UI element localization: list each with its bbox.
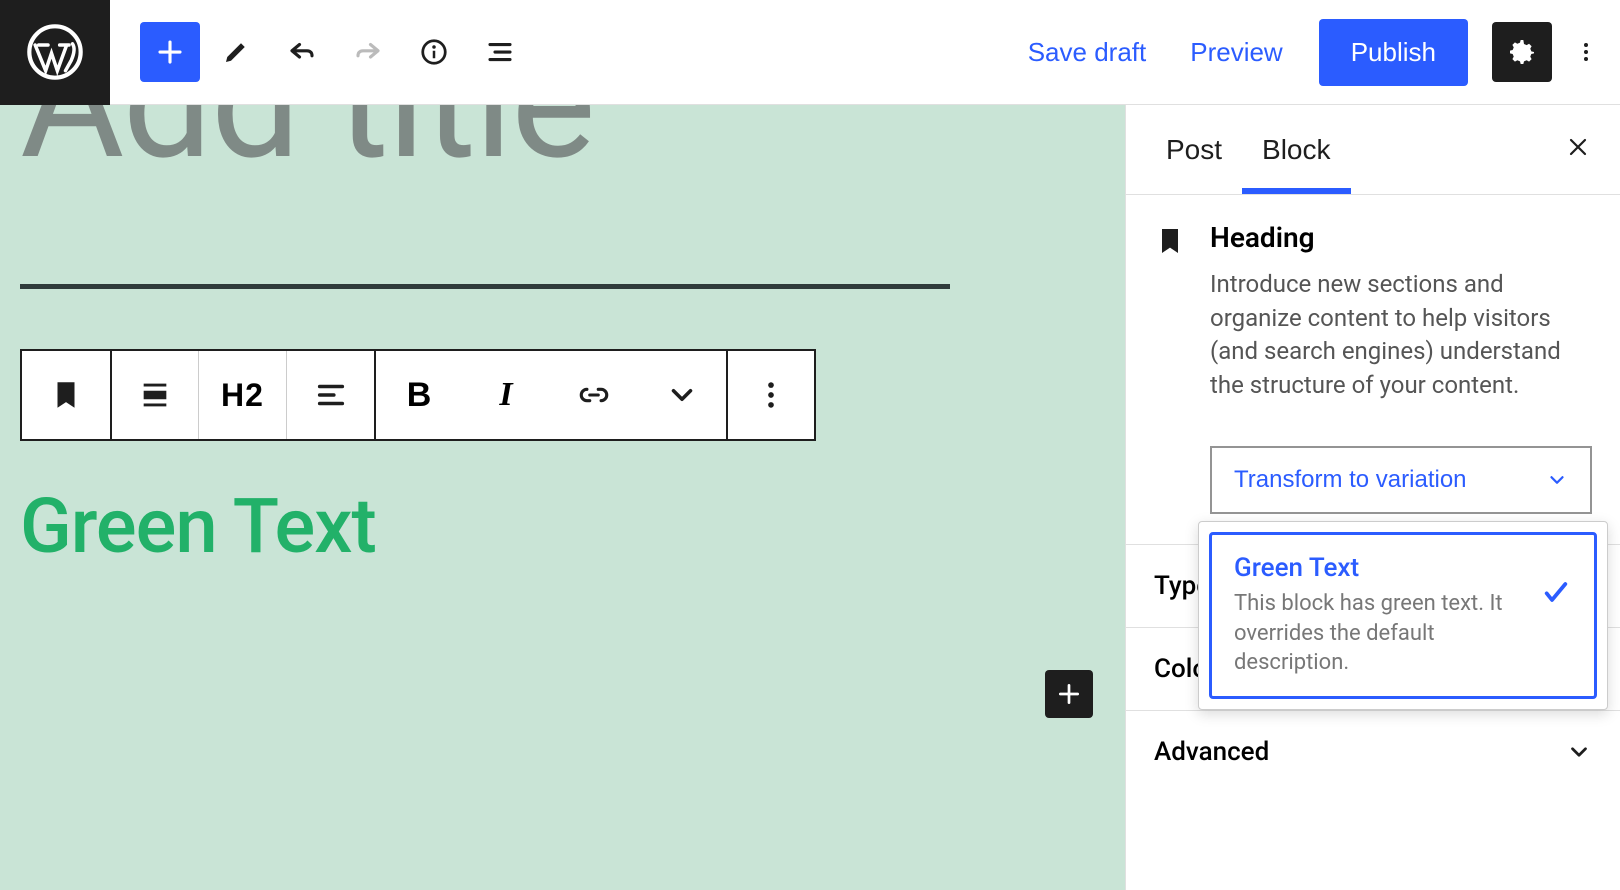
more-formatting-button[interactable] xyxy=(638,351,726,439)
variation-option-green-text[interactable]: Green Text This block has green text. It… xyxy=(1209,532,1597,699)
save-draft-button[interactable]: Save draft xyxy=(1006,37,1169,68)
preview-button[interactable]: Preview xyxy=(1168,37,1304,68)
sidebar-tabs: Post Block xyxy=(1126,105,1620,195)
align-full-icon xyxy=(138,378,172,412)
block-info-section: Heading Introduce new sections and organ… xyxy=(1126,195,1620,432)
block-toolbar: H2 B I xyxy=(20,349,816,441)
transform-variation-select[interactable]: Transform to variation xyxy=(1210,446,1592,514)
edit-tool-button[interactable] xyxy=(206,22,266,82)
link-icon xyxy=(577,378,611,412)
plus-icon xyxy=(1056,681,1082,707)
gear-icon xyxy=(1506,36,1538,68)
chevron-down-icon xyxy=(1546,469,1568,491)
bold-button[interactable]: B xyxy=(374,351,462,439)
publish-button[interactable]: Publish xyxy=(1319,19,1468,86)
settings-button[interactable] xyxy=(1492,22,1552,82)
variation-option-desc: This block has green text. It overrides … xyxy=(1234,589,1526,678)
redo-button[interactable] xyxy=(338,22,398,82)
block-name-label: Heading xyxy=(1210,221,1590,254)
wordpress-icon xyxy=(27,24,83,80)
post-title-placeholder[interactable]: Add title xyxy=(20,105,1105,139)
info-button[interactable] xyxy=(404,22,464,82)
wordpress-logo[interactable] xyxy=(0,0,110,105)
undo-icon xyxy=(287,37,317,67)
check-icon xyxy=(1540,575,1572,617)
heading-level-button[interactable]: H2 xyxy=(198,351,286,439)
text-align-button[interactable] xyxy=(286,351,374,439)
align-left-icon xyxy=(314,378,348,412)
kebab-icon xyxy=(1574,40,1598,64)
settings-sidebar: Post Block Heading Introduce new section… xyxy=(1125,105,1620,890)
variation-option-label: Green Text xyxy=(1234,553,1526,583)
plus-icon xyxy=(155,37,185,67)
transform-label: Transform to variation xyxy=(1234,466,1467,494)
close-icon xyxy=(1566,135,1590,159)
redo-icon xyxy=(353,37,383,67)
info-icon xyxy=(419,37,449,67)
pencil-icon xyxy=(221,37,251,67)
title-separator xyxy=(20,284,950,289)
outline-button[interactable] xyxy=(470,22,530,82)
block-description-text: Introduce new sections and organize cont… xyxy=(1210,268,1590,402)
chevron-down-icon xyxy=(665,378,699,412)
close-sidebar-button[interactable] xyxy=(1556,123,1600,177)
bookmark-icon xyxy=(1154,225,1186,257)
more-options-button[interactable] xyxy=(1562,22,1610,82)
variation-dropdown: Green Text This block has green text. It… xyxy=(1198,521,1608,710)
block-more-button[interactable] xyxy=(726,351,814,439)
bookmark-icon xyxy=(49,378,83,412)
list-view-icon xyxy=(485,37,515,67)
block-type-button[interactable] xyxy=(22,351,110,439)
italic-button[interactable]: I xyxy=(462,351,550,439)
kebab-icon xyxy=(754,378,788,412)
add-block-button[interactable] xyxy=(140,22,200,82)
undo-button[interactable] xyxy=(272,22,332,82)
editor-top-toolbar: Save draft Preview Publish xyxy=(0,0,1620,105)
chevron-down-icon xyxy=(1566,739,1592,765)
link-button[interactable] xyxy=(550,351,638,439)
left-tool-group xyxy=(110,22,560,82)
tab-block[interactable]: Block xyxy=(1242,108,1350,192)
panel-advanced[interactable]: Advanced xyxy=(1126,710,1620,793)
block-align-button[interactable] xyxy=(110,351,198,439)
editor-canvas[interactable]: Add title H2 B I Green Te xyxy=(0,105,1125,890)
inline-add-block-button[interactable] xyxy=(1045,670,1093,718)
heading-block-content[interactable]: Green Text xyxy=(20,481,1105,571)
tab-post[interactable]: Post xyxy=(1146,108,1242,192)
